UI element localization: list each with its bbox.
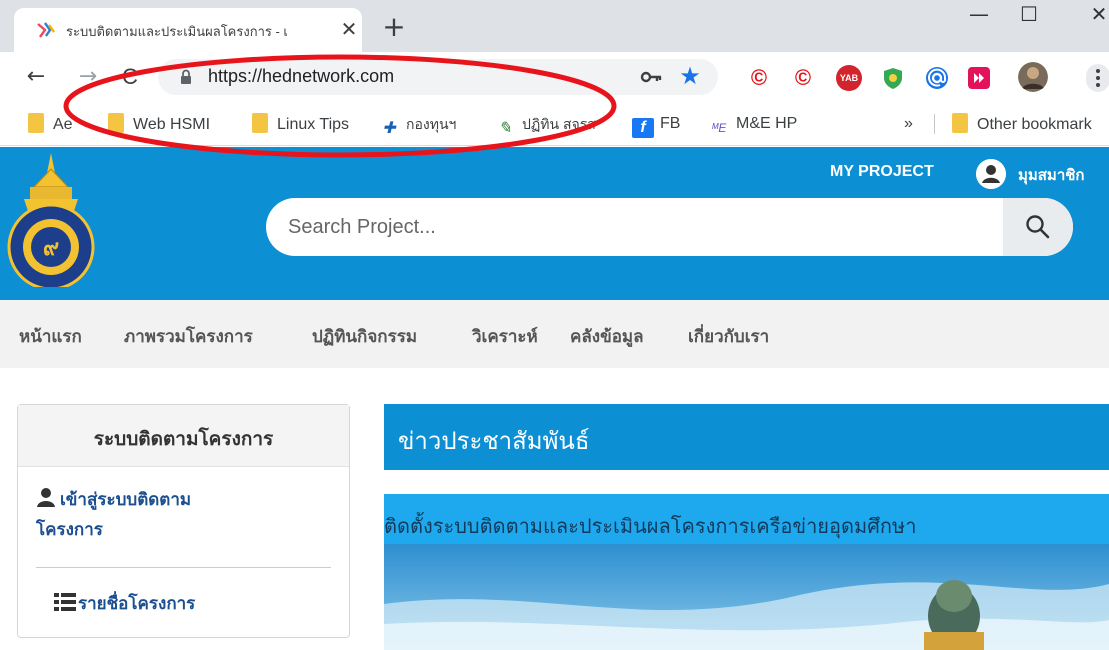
svg-text:๙: ๙ xyxy=(43,236,59,261)
back-button[interactable]: ← xyxy=(20,62,52,94)
project-list-link[interactable]: รายชื่อโครงการ xyxy=(54,589,195,619)
lock-icon xyxy=(181,69,191,84)
bookmark-calendar[interactable]: ✎ ปฏิทิน สจรส xyxy=(494,113,596,137)
shield-icon[interactable] xyxy=(880,65,906,91)
university-emblem-logo[interactable]: ๙ xyxy=(4,151,98,287)
search-project-input[interactable] xyxy=(266,198,1003,256)
bookmark-fund[interactable]: ✚ กองทุนฯ xyxy=(378,113,456,137)
bookmarks-overflow-button[interactable]: » xyxy=(904,113,913,135)
search-button[interactable] xyxy=(1003,198,1073,256)
card-divider xyxy=(36,567,331,568)
menu-item-analysis[interactable]: วิเคราะห์ xyxy=(472,323,538,350)
tab-close-icon[interactable]: ✕ xyxy=(336,16,362,42)
bookmark-me-hp[interactable]: ᴹE M&E HP xyxy=(708,113,798,135)
news-photo xyxy=(384,544,1109,650)
forward-button[interactable]: → xyxy=(72,62,104,94)
bookmarks-bar: Ae Web HSMI Linux Tips ✚ กองทุนฯ ✎ ปฏิทิน … xyxy=(0,102,1109,146)
tab-title: ระบบติดตามและประเมินผลโครงการ - เ xyxy=(66,24,288,39)
menu-dots-icon[interactable] xyxy=(1086,64,1109,92)
user-icon xyxy=(37,488,55,507)
extension-yab-icon[interactable]: YAB xyxy=(836,65,862,91)
extension-c-icon[interactable]: © xyxy=(746,65,772,91)
login-tracking-link[interactable]: เข้าสู่ระบบติดตาม โครงการ xyxy=(36,485,336,545)
bookmark-fb[interactable]: f FB xyxy=(632,113,680,138)
card-title: ระบบติดตามโครงการ xyxy=(93,428,274,450)
profile-avatar[interactable] xyxy=(1018,62,1048,92)
key-icon[interactable] xyxy=(640,67,664,87)
folder-icon xyxy=(108,113,124,133)
my-project-link[interactable]: MY PROJECT xyxy=(830,163,934,181)
menu-item-calendar[interactable]: ปฏิทินกิจกรรม xyxy=(312,323,417,350)
other-bookmarks-button[interactable]: Other bookmark xyxy=(952,113,1092,135)
menu-item-overview[interactable]: ภาพรวมโครงการ xyxy=(124,323,253,350)
browser-toolbar: ← → C https://hednetwork.com ★ © © YAB xyxy=(0,52,1109,102)
me-icon: ᴹE xyxy=(711,121,727,135)
project-search xyxy=(266,198,1073,256)
bookmark-web-hsmi[interactable]: Web HSMI xyxy=(108,113,210,135)
news-headline-banner: ติดตั้งระบบติดตามและประเมินผลโครงการเครื… xyxy=(384,494,1109,544)
pen-icon: ✎ xyxy=(498,120,512,137)
folder-icon xyxy=(28,113,44,133)
extension-c2-icon[interactable]: © xyxy=(790,65,816,91)
card-header: ระบบติดตามโครงการ xyxy=(18,405,349,467)
site-favicon-icon xyxy=(37,22,55,38)
cross-icon: ✚ xyxy=(382,120,396,137)
tracking-system-card: ระบบติดตามโครงการ เข้าสู่ระบบติดตาม โครง… xyxy=(17,404,350,638)
window-close-icon[interactable]: ✕ xyxy=(1079,0,1109,36)
member-corner-link[interactable]: มุมสมาชิก xyxy=(1018,163,1085,187)
bookmark-star-icon[interactable]: ★ xyxy=(676,62,704,90)
search-icon xyxy=(1026,215,1050,239)
main-menu: หน้าแรก ภาพรวมโครงการ ปฏิทินกิจกรรม วิเค… xyxy=(0,300,1109,368)
news-headline[interactable]: ติดตั้งระบบติดตามและประเมินผลโครงการเครื… xyxy=(384,510,916,542)
media-forward-icon[interactable] xyxy=(966,65,992,91)
bookmark-linux-tips[interactable]: Linux Tips xyxy=(252,113,349,135)
reload-button[interactable]: C xyxy=(114,62,146,94)
maximize-icon[interactable]: ☐ xyxy=(1009,0,1049,36)
address-bar[interactable]: https://hednetwork.com ★ xyxy=(158,59,718,95)
menu-item-home[interactable]: หน้าแรก xyxy=(19,323,82,350)
facebook-icon: f xyxy=(632,118,654,138)
menu-item-about[interactable]: เกี่ยวกับเรา xyxy=(688,323,769,350)
news-item[interactable]: ติดตั้งระบบติดตามและประเมินผลโครงการเครื… xyxy=(384,494,1109,650)
menu-item-repository[interactable]: คลังข้อมูล xyxy=(570,323,644,350)
folder-icon xyxy=(952,113,968,133)
news-section-header: ข่าวประชาสัมพันธ์ xyxy=(384,404,1109,470)
minimize-icon[interactable]: — xyxy=(959,0,999,36)
url-text[interactable]: https://hednetwork.com xyxy=(208,66,394,87)
news-section-title: ข่าวประชาสัมพันธ์ xyxy=(398,427,590,455)
folder-icon xyxy=(252,113,268,133)
browser-tab[interactable]: ระบบติดตามและประเมินผลโครงการ - เ ✕ xyxy=(14,8,362,52)
bookmark-ae[interactable]: Ae xyxy=(28,113,73,135)
list-icon xyxy=(54,593,76,611)
site-header: ๙ MY PROJECT มุมสมาชิก xyxy=(0,147,1109,300)
new-tab-button[interactable]: + xyxy=(378,12,410,44)
tab-strip: ระบบติดตามและประเมินผลโครงการ - เ ✕ + — … xyxy=(0,0,1109,52)
at-sign-icon[interactable] xyxy=(924,65,950,91)
user-avatar-icon[interactable] xyxy=(976,159,1006,189)
bookmarks-divider xyxy=(934,114,935,134)
